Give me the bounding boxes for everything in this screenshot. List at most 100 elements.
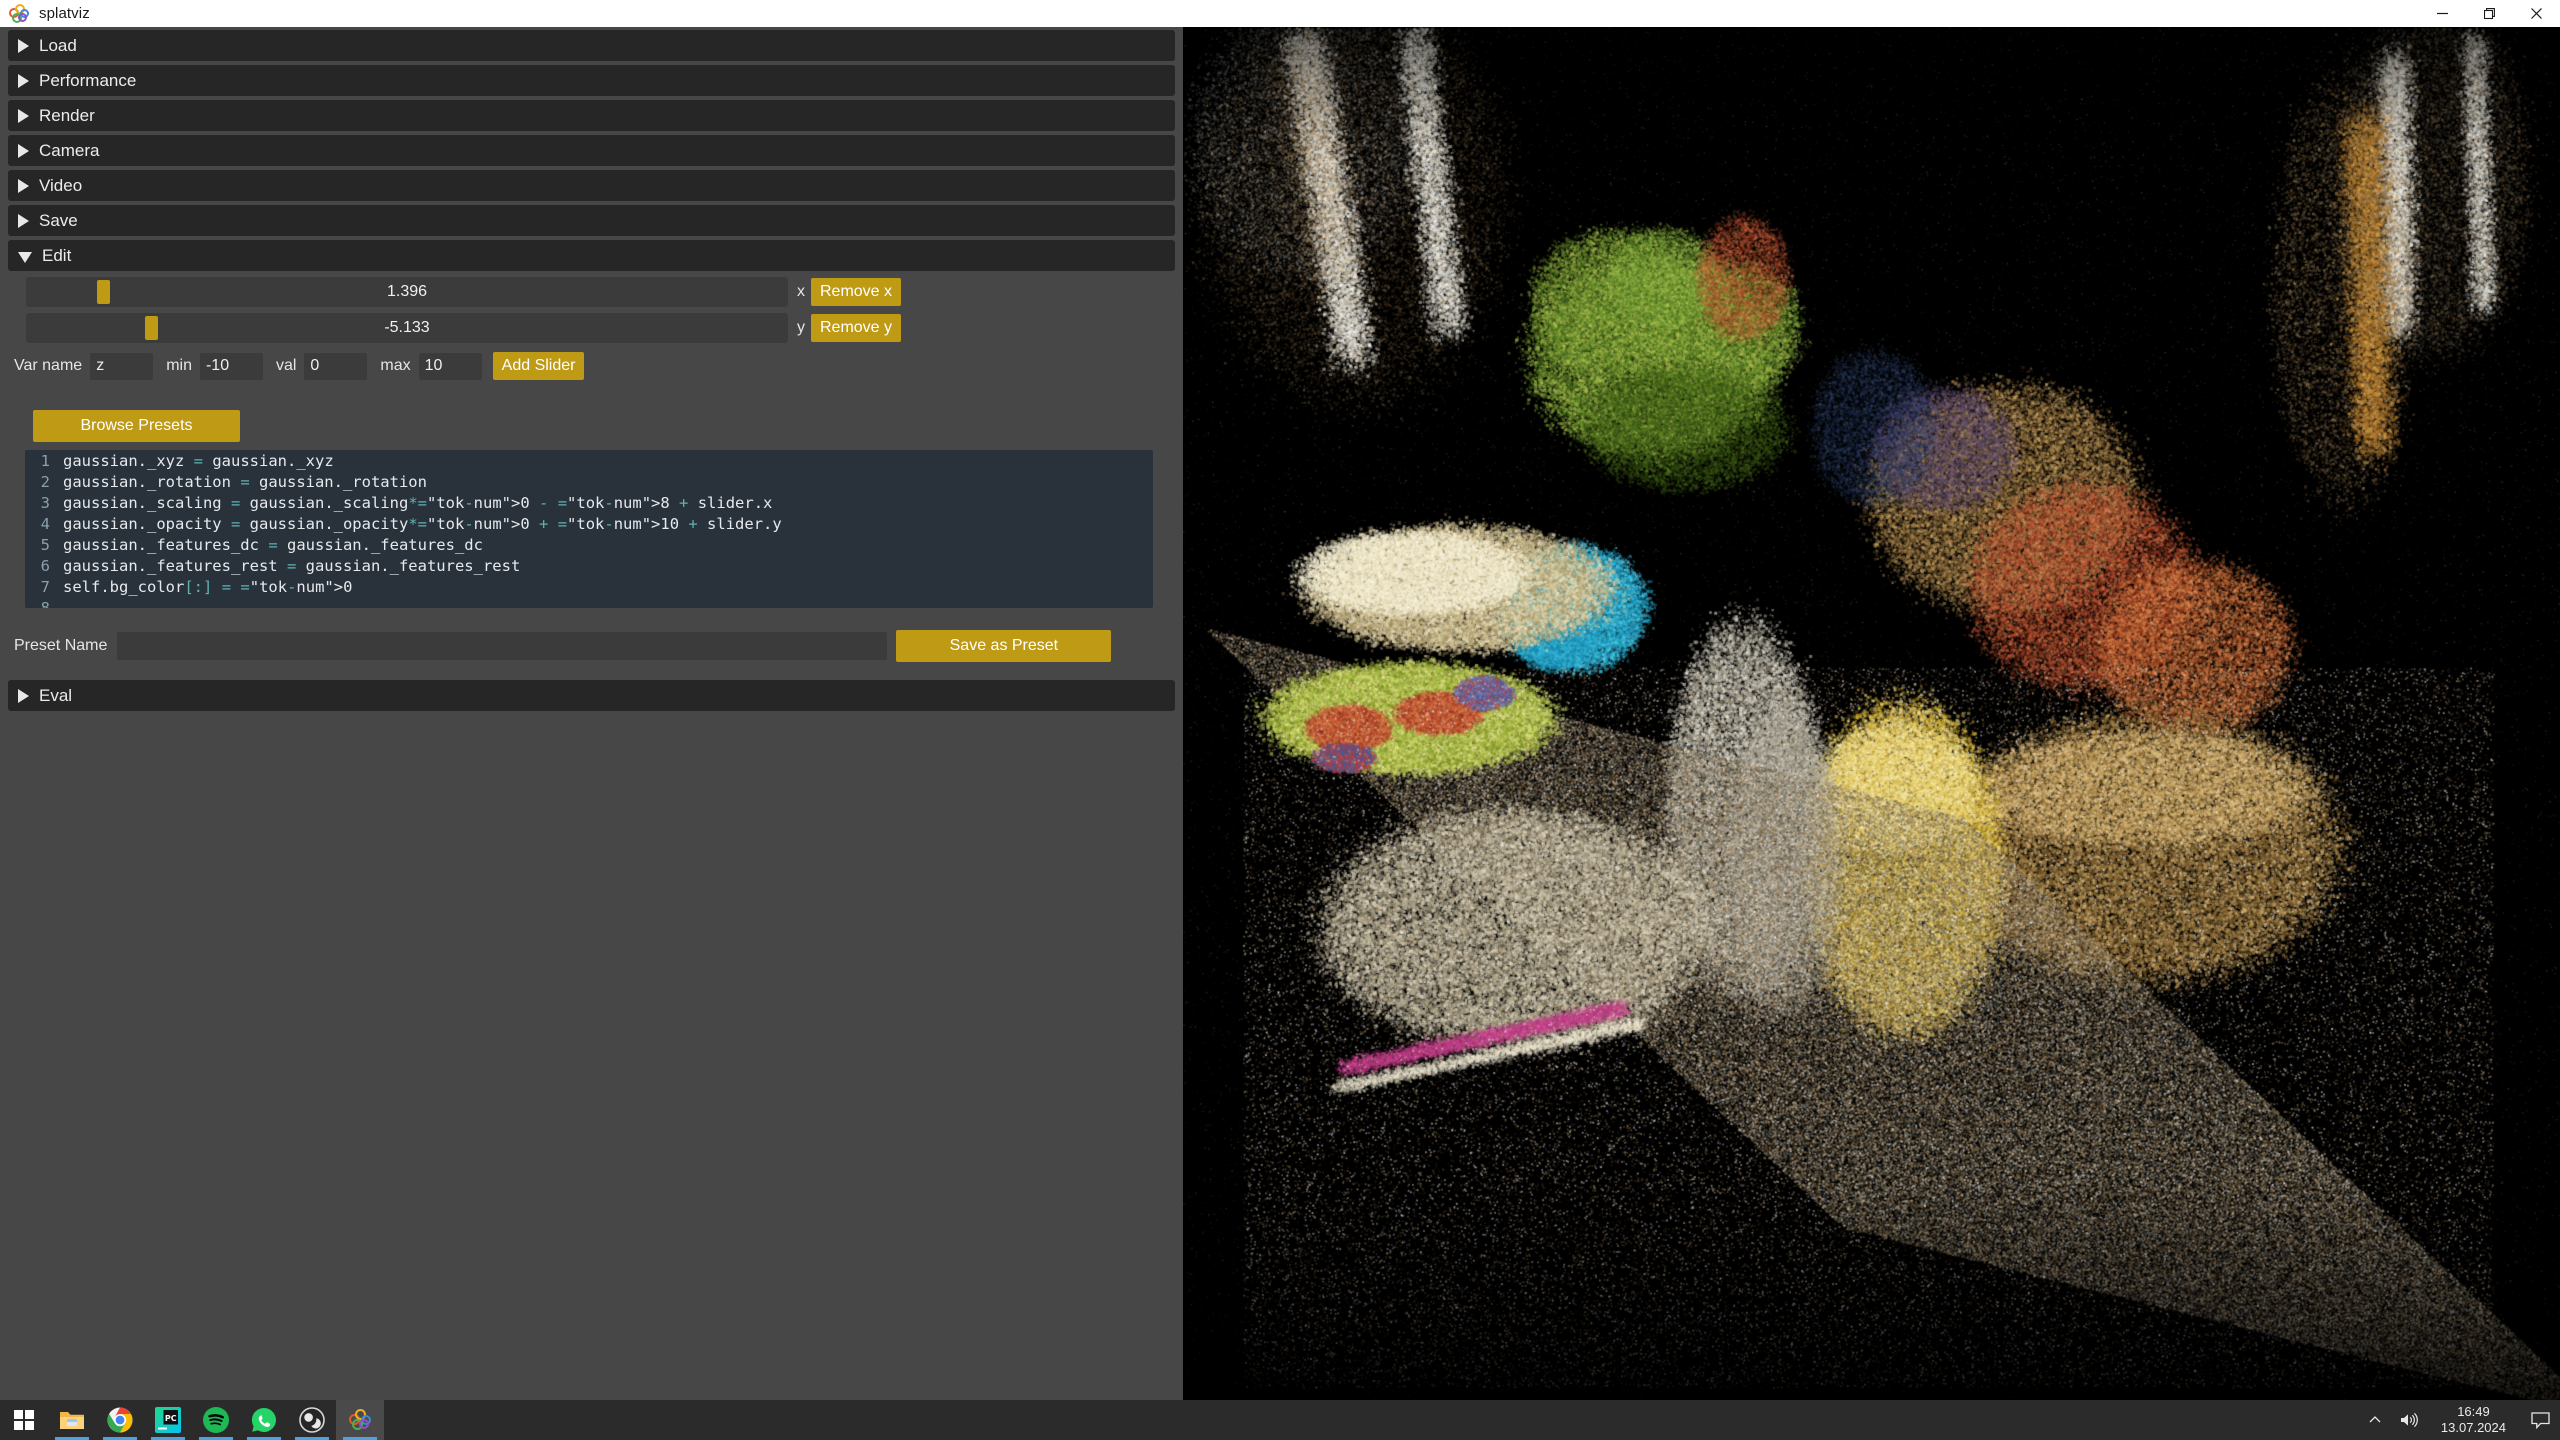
min-input[interactable] <box>199 352 263 380</box>
code-line: 7 self.bg_color[:] = ="tok-num">0 <box>25 576 1153 597</box>
slider-x[interactable]: 1.396 <box>26 277 788 307</box>
pycharm-icon: PC <box>155 1407 181 1433</box>
splatviz-logo-icon <box>8 3 30 25</box>
slider-y[interactable]: -5.133 <box>26 313 788 343</box>
max-label: max <box>380 357 411 374</box>
control-panel: Load Performance Render Camera Video Sav… <box>0 27 1183 1400</box>
remove-y-button[interactable]: Remove y <box>811 314 902 342</box>
var-name-label: Var name <box>14 357 83 374</box>
slider-y-axis-label: y <box>797 319 805 336</box>
max-input[interactable] <box>418 352 482 380</box>
whatsapp-icon <box>251 1407 276 1432</box>
whatsapp-button[interactable] <box>240 1400 288 1440</box>
pycharm-button[interactable]: PC <box>144 1400 192 1440</box>
obs-button[interactable] <box>288 1400 336 1440</box>
min-label: min <box>166 357 192 374</box>
show-hidden-icons-button[interactable] <box>2359 1400 2391 1440</box>
browse-presets-button[interactable]: Browse Presets <box>33 410 240 442</box>
code-line-text: self.bg_color[:] = ="tok-num">0 <box>63 577 353 596</box>
splatviz-logo-icon <box>348 1408 372 1432</box>
section-label-save: Save <box>39 210 78 230</box>
code-line: 3 gaussian._scaling = gaussian._scaling*=… <box>25 492 1153 513</box>
section-label-performance: Performance <box>39 70 137 90</box>
splatviz-button[interactable] <box>336 1400 384 1440</box>
add-slider-form: Var name min val max Add Slider <box>8 352 1175 380</box>
code-line: 2 gaussian._rotation = gaussian._rotation <box>25 471 1153 492</box>
spotify-icon <box>203 1407 229 1433</box>
section-header-edit[interactable]: Edit <box>8 240 1175 271</box>
window-controls <box>2419 0 2560 27</box>
code-line-number: 2 <box>40 472 50 491</box>
start-button[interactable] <box>0 1400 48 1440</box>
chevron-down-icon <box>18 252 32 263</box>
code-line-text: gaussian._scaling = gaussian._scaling*="… <box>63 493 773 512</box>
render-viewport[interactable] <box>1183 27 2560 1400</box>
chevron-up-icon <box>2369 1416 2381 1423</box>
code-line-number: 5 <box>40 535 50 554</box>
save-as-preset-button[interactable]: Save as Preset <box>896 630 1112 662</box>
volume-button[interactable] <box>2391 1400 2427 1440</box>
chrome-icon <box>107 1407 133 1433</box>
add-slider-button[interactable]: Add Slider <box>492 352 585 380</box>
section-label-video: Video <box>39 175 83 195</box>
code-line: 4 gaussian._opacity = gaussian._opacity*=… <box>25 513 1153 534</box>
minimize-button[interactable] <box>2419 0 2466 27</box>
section-header-render[interactable]: Render <box>8 100 1175 131</box>
clock[interactable]: 16:49 13.07.2024 <box>2427 1400 2520 1440</box>
code-line-number: 1 <box>40 451 50 470</box>
section-label-eval: Eval <box>39 685 73 705</box>
section-header-save[interactable]: Save <box>8 205 1175 236</box>
code-line-number: 4 <box>40 514 50 533</box>
restore-button[interactable] <box>2466 0 2513 27</box>
slider-y-handle[interactable] <box>144 316 158 340</box>
code-editor[interactable]: 1 gaussian._xyz = gaussian._xyz 2 gaussian.… <box>25 450 1153 608</box>
edit-section-body: 1.396 x Remove x -5.133 y Remove y Var n… <box>0 277 1183 662</box>
folder-icon <box>60 1412 84 1429</box>
close-button[interactable] <box>2513 0 2560 27</box>
chevron-right-icon <box>18 688 29 703</box>
section-label-load: Load <box>39 35 77 55</box>
code-line-text: gaussian._features_rest = gaussian._feat… <box>63 556 521 575</box>
chevron-right-icon <box>18 108 29 123</box>
browse-presets-row: Browse Presets <box>8 410 1175 442</box>
volume-icon <box>2400 1412 2418 1428</box>
action-center-button[interactable] <box>2520 1400 2560 1440</box>
file-explorer-button[interactable] <box>48 1400 96 1440</box>
code-line: 1 gaussian._xyz = gaussian._xyz <box>25 450 1153 471</box>
section-header-video[interactable]: Video <box>8 170 1175 201</box>
section-header-camera[interactable]: Camera <box>8 135 1175 166</box>
chevron-right-icon <box>18 143 29 158</box>
obs-icon <box>299 1407 325 1433</box>
spotify-button[interactable] <box>192 1400 240 1440</box>
chevron-right-icon <box>18 38 29 53</box>
window-titlebar: splatviz <box>0 0 2560 27</box>
chrome-button[interactable] <box>96 1400 144 1440</box>
code-line-number: 8 <box>40 598 50 609</box>
section-header-performance[interactable]: Performance <box>8 65 1175 96</box>
section-header-load[interactable]: Load <box>8 30 1175 61</box>
section-header-eval[interactable]: Eval <box>8 680 1175 711</box>
remove-x-button[interactable]: Remove x <box>811 278 902 306</box>
val-input[interactable] <box>304 352 368 380</box>
code-line-number: 7 <box>40 577 50 596</box>
section-label-camera: Camera <box>39 140 100 160</box>
code-line: 5 gaussian._features_dc = gaussian._featu… <box>25 534 1153 555</box>
clock-time: 16:49 <box>2457 1404 2490 1419</box>
preset-name-label: Preset Name <box>14 637 108 654</box>
slider-y-value: -5.133 <box>384 319 430 336</box>
slider-row-x: 1.396 x Remove x <box>8 277 1175 307</box>
section-label-edit: Edit <box>42 245 72 265</box>
preset-name-input[interactable] <box>117 632 888 660</box>
code-line-number: 3 <box>40 493 50 512</box>
code-line-text: gaussian._opacity = gaussian._opacity*="… <box>63 514 782 533</box>
code-line-text: gaussian._xyz = gaussian._xyz <box>63 451 334 470</box>
action-center-icon <box>2530 1411 2550 1429</box>
var-name-input[interactable] <box>90 352 154 380</box>
chevron-right-icon <box>18 73 29 88</box>
clock-date: 13.07.2024 <box>2440 1420 2506 1435</box>
section-label-render: Render <box>39 105 95 125</box>
preset-save-row: Preset Name Save as Preset <box>8 630 1175 662</box>
slider-x-handle[interactable] <box>96 280 110 304</box>
code-line: 8 <box>25 597 1153 609</box>
system-tray: 16:49 13.07.2024 <box>2359 1400 2560 1440</box>
